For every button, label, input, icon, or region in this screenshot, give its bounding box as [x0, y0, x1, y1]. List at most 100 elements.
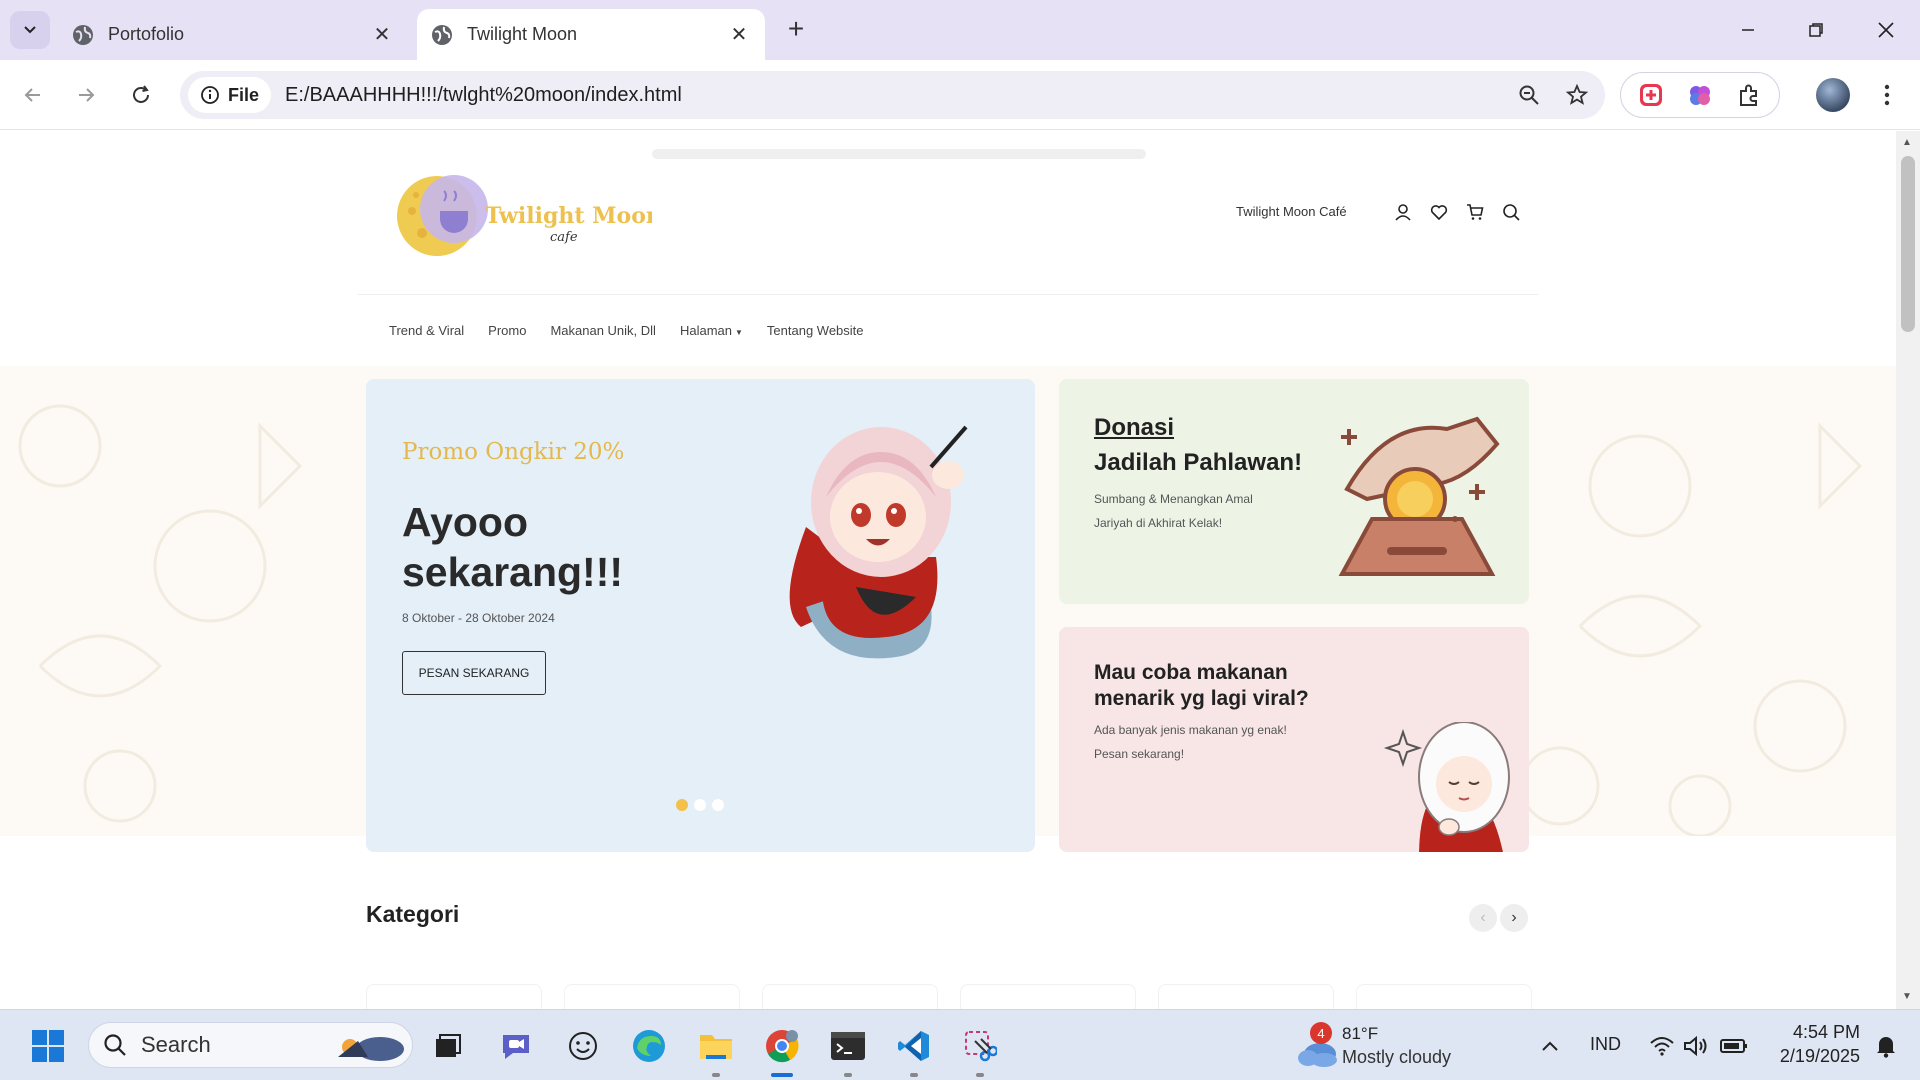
carousel-dot[interactable]	[712, 799, 724, 811]
carousel-dot[interactable]	[676, 799, 688, 811]
search-button[interactable]	[1498, 199, 1524, 225]
close-icon[interactable]: ✕	[727, 22, 751, 47]
snipping-tool-button[interactable]	[960, 1026, 1000, 1066]
running-indicator	[712, 1073, 720, 1077]
chrome-icon	[766, 1030, 799, 1063]
url-text[interactable]: E:/BAAAHHHH!!!/twlght%20moon/index.html	[285, 84, 1509, 107]
minimize-button[interactable]	[1728, 14, 1768, 46]
close-window-button[interactable]	[1866, 14, 1906, 46]
task-view-icon	[436, 1034, 461, 1057]
search-icon	[104, 1034, 126, 1056]
cart-button[interactable]	[1462, 199, 1488, 225]
vscode-button[interactable]	[894, 1026, 934, 1066]
category-card[interactable]	[1158, 984, 1334, 1009]
scroll-down-icon[interactable]: ▼	[1902, 991, 1912, 1002]
viral-heading: Mau coba makanan menarik yg lagi viral?	[1094, 661, 1309, 710]
nav-item-promo[interactable]: Promo	[488, 323, 526, 338]
teams-chat-button[interactable]	[496, 1026, 536, 1066]
search-placeholder: Search	[141, 1032, 211, 1057]
clock-time[interactable]: 4:54 PM	[1780, 1022, 1860, 1043]
donasi-text: Sumbang & Menangkan Amal Jariyah di Akhi…	[1094, 492, 1253, 530]
taskbar-search[interactable]: Search	[88, 1022, 413, 1068]
windows-logo-icon	[32, 1030, 64, 1062]
loading-bar	[652, 149, 1146, 159]
carousel-dots	[676, 799, 724, 811]
extension-button[interactable]	[1684, 79, 1716, 111]
zoom-button[interactable]	[1509, 75, 1549, 115]
logo-subtext: cafe	[550, 230, 578, 245]
restore-button[interactable]	[1796, 14, 1836, 46]
browser-menu-button[interactable]	[1872, 78, 1902, 112]
chrome-button[interactable]	[762, 1026, 802, 1066]
category-card[interactable]	[564, 984, 740, 1009]
nav-item-tentang-website[interactable]: Tentang Website	[767, 323, 864, 338]
cart-icon	[1467, 204, 1484, 220]
browser-tabstrip: Portofolio ✕ Twilight Moon ✕ +	[0, 0, 1920, 60]
file-explorer-button[interactable]	[696, 1026, 736, 1066]
close-icon[interactable]: ✕	[370, 22, 394, 47]
clock-date[interactable]: 2/19/2025	[1760, 1046, 1860, 1067]
address-bar[interactable]: File E:/BAAAHHHH!!!/twlght%20moon/index.…	[180, 71, 1605, 119]
new-tab-button[interactable]: +	[780, 14, 812, 46]
extensions-menu-button[interactable]	[1733, 79, 1765, 111]
back-button[interactable]	[15, 77, 51, 113]
pesan-sekarang-button[interactable]: PESAN SEKARANG	[402, 651, 546, 695]
show-hidden-icons-button[interactable]	[1530, 1026, 1570, 1066]
logo-text: Twilight Moon	[485, 203, 652, 229]
reload-icon	[133, 85, 149, 103]
forward-button[interactable]	[68, 77, 104, 113]
tab-twilight-moon[interactable]: Twilight Moon ✕	[417, 9, 765, 60]
site-info-chip[interactable]: File	[188, 77, 272, 113]
scroll-up-icon[interactable]: ▲	[1902, 137, 1912, 148]
wishlist-button[interactable]	[1426, 199, 1452, 225]
bell-icon	[1877, 1037, 1895, 1058]
cafe-name-link[interactable]: Twilight Moon Café	[1236, 204, 1347, 219]
category-card[interactable]	[762, 984, 938, 1009]
smiley-icon	[569, 1032, 597, 1060]
restore-icon	[1809, 23, 1823, 37]
promo-title: Ayooo sekarang!!!	[402, 499, 624, 595]
terminal-button[interactable]	[828, 1026, 868, 1066]
notifications-button[interactable]	[1866, 1026, 1906, 1066]
donasi-link[interactable]: Donasi	[1094, 414, 1174, 442]
extension-button[interactable]	[1635, 79, 1667, 111]
tab-title: Twilight Moon	[467, 24, 578, 44]
info-icon	[201, 86, 219, 104]
volume-button[interactable]	[1676, 1026, 1716, 1066]
battery-button[interactable]	[1714, 1026, 1754, 1066]
site-chip-label: File	[228, 84, 260, 105]
carousel-dot[interactable]	[694, 799, 706, 811]
reload-button[interactable]	[123, 77, 159, 113]
bookmark-button[interactable]	[1557, 75, 1597, 115]
page-scrollbar[interactable]: ▲ ▼	[1896, 131, 1920, 1009]
profile-avatar[interactable]	[1816, 78, 1850, 112]
start-button[interactable]	[28, 1026, 68, 1066]
input-language[interactable]: IND	[1590, 1034, 1621, 1055]
chevron-down-icon	[24, 26, 36, 34]
category-card[interactable]	[366, 984, 542, 1009]
edge-button[interactable]	[629, 1026, 669, 1066]
tab-title: Portofolio	[108, 24, 185, 44]
folder-icon	[700, 1035, 732, 1059]
emoji-app-button[interactable]	[563, 1026, 603, 1066]
category-card[interactable]	[960, 984, 1136, 1009]
twilight-moon-logo[interactable]: Twilight Moon cafe	[392, 171, 652, 261]
account-button[interactable]	[1390, 199, 1416, 225]
task-view-button[interactable]	[428, 1026, 468, 1066]
scrollbar-thumb[interactable]	[1901, 156, 1915, 332]
weather-widget[interactable]: 4 81°F Mostly cloudy	[1296, 1020, 1466, 1072]
nav-item-halaman[interactable]: Halaman ▼	[680, 323, 743, 338]
battery-icon	[1720, 1039, 1747, 1053]
weather-temperature: 81°F	[1342, 1024, 1379, 1043]
weather-description: Mostly cloudy	[1342, 1047, 1452, 1067]
header-divider	[358, 294, 1538, 295]
nav-item-makanan-unik[interactable]: Makanan Unik, Dll	[550, 323, 656, 338]
tab-portofolio[interactable]: Portofolio ✕	[58, 9, 408, 60]
category-card[interactable]	[1356, 984, 1532, 1009]
tab-search-button[interactable]	[10, 11, 50, 49]
kategori-next-button[interactable]: ›	[1500, 904, 1528, 932]
scissors-icon	[965, 1031, 997, 1062]
kategori-prev-button[interactable]: ‹	[1469, 904, 1497, 932]
nav-item-trend-viral[interactable]: Trend & Viral	[389, 323, 464, 338]
hero-promo-card: Promo Ongkir 20% Ayooo sekarang!!! 8 Okt…	[366, 379, 1035, 852]
